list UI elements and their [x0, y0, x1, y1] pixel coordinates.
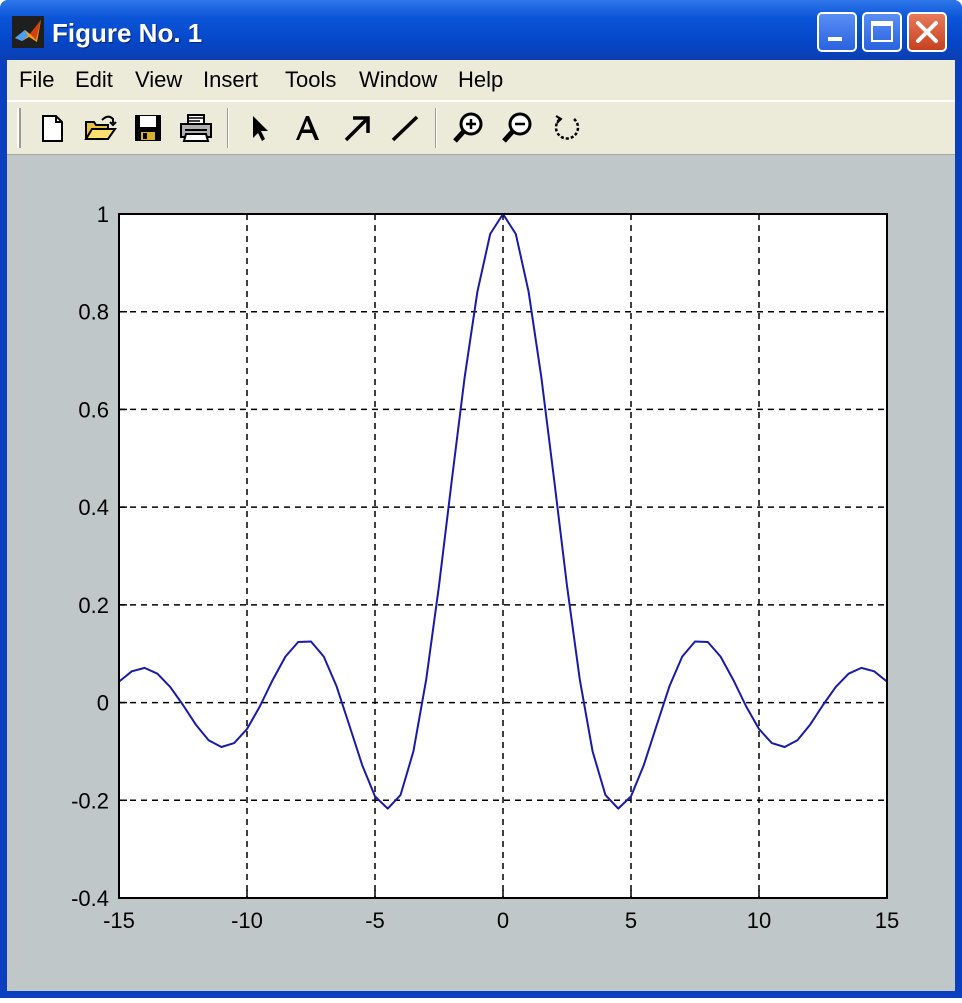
y-tick-label: 0.2 [78, 593, 109, 618]
y-tick-label: 1 [97, 202, 109, 227]
y-tick-label: 0.8 [78, 300, 109, 325]
x-tick-label: 0 [497, 908, 509, 933]
x-tick-label: -15 [103, 908, 135, 933]
x-tick-label: 15 [875, 908, 899, 933]
x-tick-label: 5 [625, 908, 637, 933]
plot-svg[interactable]: -0.4-0.200.20.40.60.81 -15 -10 -5 0 5 10 15 [0, 0, 962, 998]
x-tick-label: -10 [231, 908, 263, 933]
x-tick-label: 10 [747, 908, 771, 933]
plot-area: -0.4 -0.2 0 0.2 0.4 0.6 0.8 1 -15 -10 -5 0 5 10 15 [0, 0, 962, 998]
y-tick-label: 0.4 [78, 495, 109, 520]
y-tick-label: -0.2 [71, 788, 109, 813]
y-tick-label: 0 [97, 691, 109, 716]
y-tick-labels: -0.4-0.200.20.40.60.81 [71, 202, 109, 911]
y-tick-label: 0.6 [78, 397, 109, 422]
x-tick-label: -5 [365, 908, 385, 933]
x-tick-labels: -15 -10 -5 0 5 10 15 [103, 908, 899, 933]
